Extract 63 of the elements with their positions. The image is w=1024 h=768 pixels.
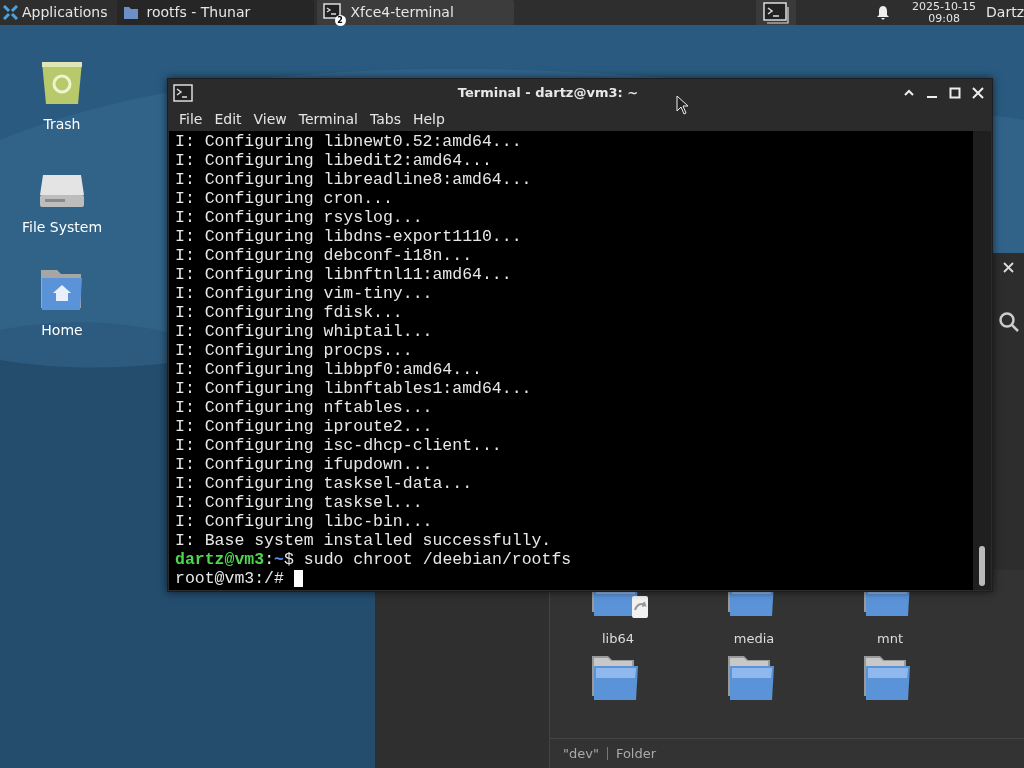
status-name: "dev"	[563, 744, 599, 763]
terminal-launcher-button[interactable]	[756, 0, 797, 25]
root-prompt: root@vm3:/#	[175, 569, 284, 588]
maximize-icon[interactable]	[949, 87, 961, 99]
scrollbar-thumb[interactable]	[979, 546, 985, 586]
desktop-icon-label[interactable]: File System	[21, 217, 103, 238]
terminal-line: I: Configuring procps...	[175, 341, 413, 360]
user-name[interactable]: Dartz	[986, 2, 1024, 23]
status-type: Folder	[615, 744, 657, 763]
close-icon[interactable]	[1003, 262, 1014, 273]
terminal-icon	[173, 84, 193, 102]
scrollbar[interactable]	[973, 131, 991, 590]
terminal-line: I: Configuring libbpf0:amd64...	[175, 360, 482, 379]
prompt-separator: :	[264, 550, 275, 569]
terminal-line: I: Configuring libnftnl11:amd64...	[175, 265, 512, 284]
clock[interactable]: 2025-10-15 09:08	[912, 0, 977, 25]
mouse-pointer-icon	[676, 95, 689, 115]
terminal-line: I: Base system installed successfully.	[175, 531, 552, 550]
taskbar-window-button[interactable]: 2 Xfce4-terminal	[316, 0, 514, 25]
terminal-line: I: Configuring isc-dhcp-client...	[175, 436, 502, 455]
terminal-line: I: Configuring libc-bin...	[175, 512, 433, 531]
xfce-logo-icon	[3, 5, 18, 20]
desktop-icon-label[interactable]: Home	[41, 320, 83, 341]
taskbar-window-button[interactable]: rootfs - Thunar	[116, 0, 314, 25]
window-title: Terminal - dartz@vm3: ~	[456, 84, 640, 103]
terminal-line: I: Configuring tasksel...	[175, 493, 423, 512]
desktop-icon-label[interactable]: Trash	[43, 114, 81, 135]
terminal-line: I: Configuring libedit2:amd64...	[175, 151, 492, 170]
terminal-line: I: Configuring rsyslog...	[175, 208, 423, 227]
folder-label[interactable]: lib64	[602, 629, 634, 649]
terminal-icon	[763, 1, 790, 24]
notification-bell-icon[interactable]	[876, 5, 891, 20]
terminal-line: I: Configuring libnewt0.52:amd64...	[175, 132, 522, 151]
menu-item[interactable]: Help	[406, 108, 451, 130]
prompt-path: ~	[274, 550, 284, 569]
terminal-line: I: Configuring tasksel-data...	[175, 474, 473, 493]
terminal-line: I: Configuring ifupdown...	[175, 455, 433, 474]
text-cursor	[293, 570, 303, 587]
menu-item[interactable]: File	[173, 108, 209, 130]
folder-label[interactable]: mnt	[877, 629, 903, 649]
terminal-line: I: Configuring iproute2...	[175, 417, 433, 436]
prompt-user-host: dartz@vm3	[175, 550, 265, 569]
menu-item[interactable]: Terminal	[292, 108, 364, 130]
folder-label[interactable]: media	[733, 629, 775, 649]
home-folder-icon	[39, 268, 85, 312]
search-icon[interactable]	[997, 311, 1020, 333]
terminal-line: I: Configuring fdisk...	[175, 303, 403, 322]
terminal-line: I: Configuring whiptail...	[175, 322, 433, 341]
menu-item[interactable]: View	[247, 108, 293, 130]
terminal-line: I: Configuring nftables...	[175, 398, 433, 417]
menu-item[interactable]: Tabs	[363, 108, 407, 130]
close-icon[interactable]	[972, 87, 984, 99]
terminal-line: I: Configuring libnftables1:amd64...	[175, 379, 532, 398]
prompt-symbol: $	[283, 550, 294, 569]
terminal-line: I: Configuring vim-tiny...	[175, 284, 433, 303]
applications-menu-button[interactable]: Applications	[0, 0, 114, 25]
terminal-line: I: Configuring cron...	[175, 189, 393, 208]
folder-icon	[122, 5, 139, 20]
terminal-line: I: Configuring debconf-i18n...	[175, 246, 473, 265]
terminal-line: I: Configuring libdns-export1110...	[175, 227, 522, 246]
terminal-line: I: Configuring libreadline8:amd64...	[175, 170, 532, 189]
command-text: sudo chroot /deebian/rootfs	[303, 550, 572, 569]
menu-item[interactable]: Edit	[208, 108, 248, 130]
